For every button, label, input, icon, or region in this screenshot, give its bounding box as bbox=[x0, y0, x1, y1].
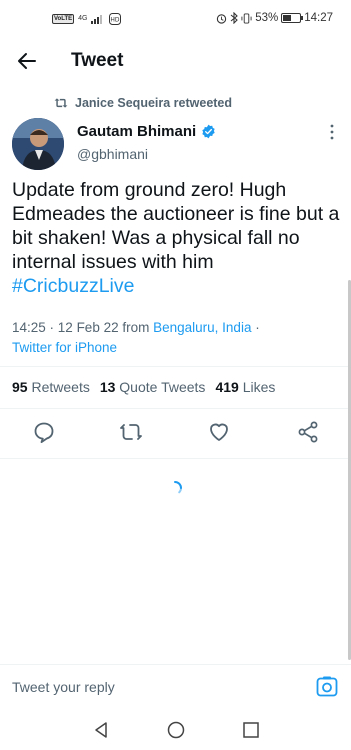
nav-back-icon[interactable] bbox=[91, 720, 111, 740]
author-name[interactable]: Gautam Bhimani bbox=[77, 123, 216, 140]
signal-icon bbox=[91, 15, 103, 24]
share-icon[interactable] bbox=[296, 420, 320, 444]
back-arrow-icon[interactable] bbox=[15, 49, 39, 73]
divider bbox=[0, 458, 351, 459]
action-bar bbox=[0, 420, 351, 448]
avatar-image bbox=[12, 118, 64, 170]
likes-stat[interactable]: 419 Likes bbox=[215, 379, 275, 395]
retweeted-by-label: Janice Sequeira retweeted bbox=[75, 96, 233, 110]
tweet-meta: 14:25 · 12 Feb 22 from Bengaluru, India … bbox=[12, 320, 260, 355]
quotes-stat[interactable]: 13 Quote Tweets bbox=[100, 379, 206, 395]
author-name-text: Gautam Bhimani bbox=[77, 123, 197, 140]
hashtag-link[interactable]: #CricbuzzLive bbox=[12, 274, 342, 298]
loading-spinner-icon bbox=[174, 481, 183, 494]
from-label: from bbox=[122, 320, 150, 335]
retweets-stat[interactable]: 95 Retweets bbox=[12, 379, 90, 395]
page-title: Tweet bbox=[71, 50, 124, 71]
system-nav-bar bbox=[0, 710, 351, 750]
likes-count: 419 bbox=[215, 379, 239, 395]
header: Tweet bbox=[0, 38, 351, 84]
vibrate-icon bbox=[241, 12, 252, 24]
divider bbox=[0, 408, 351, 409]
bluetooth-icon bbox=[230, 12, 239, 24]
svg-text:HD: HD bbox=[111, 17, 121, 24]
battery-percent: 53% bbox=[255, 12, 279, 24]
tweet-date: 12 Feb 22 bbox=[57, 320, 119, 335]
volte-badge: VoLTE bbox=[52, 14, 75, 24]
alarm-icon bbox=[217, 13, 227, 24]
avatar[interactable] bbox=[12, 118, 64, 170]
battery-fill bbox=[283, 15, 292, 21]
retweet-small-icon bbox=[54, 98, 68, 108]
clock: 14:27 bbox=[304, 12, 333, 24]
battery-icon bbox=[281, 13, 304, 23]
retweet-context[interactable]: Janice Sequeira retweeted bbox=[54, 96, 232, 110]
retweet-icon[interactable] bbox=[119, 420, 143, 444]
status-left: VoLTE 4G HD bbox=[52, 13, 122, 25]
nav-recents-icon[interactable] bbox=[241, 720, 261, 740]
source-link[interactable]: Twitter for iPhone bbox=[12, 340, 117, 355]
retweets-label: Retweets bbox=[31, 379, 90, 395]
reply-icon[interactable] bbox=[32, 420, 56, 444]
divider bbox=[0, 366, 351, 367]
like-heart-icon[interactable] bbox=[207, 420, 231, 444]
reply-input[interactable]: Tweet your reply bbox=[12, 679, 115, 695]
status-bar: VoLTE 4G HD 53% 14:27 bbox=[0, 0, 351, 38]
quotes-count: 13 bbox=[99, 379, 116, 395]
likes-label: Likes bbox=[242, 379, 276, 395]
location-link[interactable]: Bengaluru, India bbox=[153, 320, 251, 335]
tweet-time: 14:25 bbox=[12, 320, 46, 335]
camera-icon[interactable] bbox=[315, 675, 339, 699]
retweets-count: 95 bbox=[12, 379, 28, 395]
tweet-stats: 95 Retweets 13 Quote Tweets 419 Likes bbox=[12, 379, 275, 395]
status-right: 53% 14:27 bbox=[216, 12, 333, 24]
verified-badge-icon bbox=[202, 124, 215, 139]
network-type: 4G bbox=[78, 15, 88, 22]
reply-bar: Tweet your reply bbox=[0, 664, 351, 710]
tweet-body: Update from ground zero! Hugh Edmeades t… bbox=[12, 178, 342, 298]
more-options-icon[interactable] bbox=[329, 124, 335, 140]
quotes-label: Quote Tweets bbox=[119, 379, 206, 395]
hd-icon: HD bbox=[109, 13, 122, 25]
nav-home-icon[interactable] bbox=[166, 720, 186, 740]
author-handle[interactable]: @gbhimani bbox=[77, 146, 148, 162]
tweet-text: Update from ground zero! Hugh Edmeades t… bbox=[12, 179, 340, 273]
